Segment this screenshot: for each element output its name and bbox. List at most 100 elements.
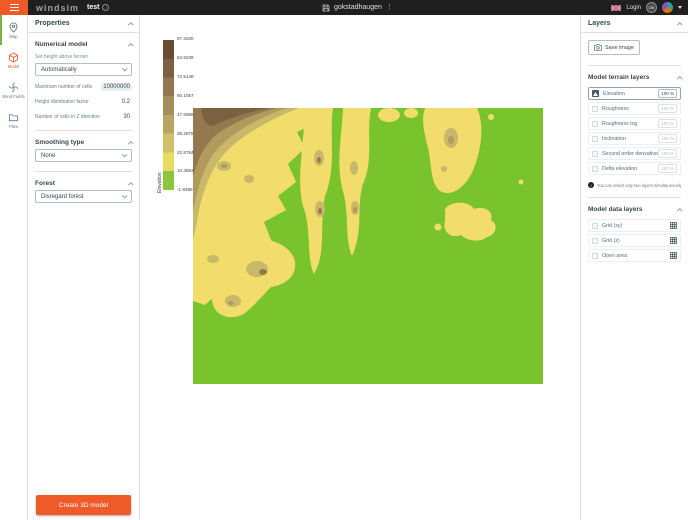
layer-row-open-area[interactable]: Open area xyxy=(588,249,681,262)
opacity-input[interactable]: 100 % xyxy=(658,89,677,98)
opacity-input[interactable]: 100 % xyxy=(658,119,677,128)
sidebar-item-model[interactable]: Model xyxy=(0,45,27,75)
wind-icon xyxy=(8,82,19,93)
tick-label: 10.4693 xyxy=(177,169,194,174)
numerical-model-header[interactable]: Numerical model xyxy=(35,41,132,48)
left-icon-rail: Map Model Wind Fields Files xyxy=(0,15,28,520)
properties-panel: Properties Numerical model Set height ab… xyxy=(28,15,140,520)
terrain-spot xyxy=(441,166,447,172)
checkbox-icon[interactable] xyxy=(592,151,598,157)
checkbox-icon[interactable] xyxy=(592,121,598,127)
chevron-down-icon xyxy=(122,193,127,198)
save-project-icon[interactable] xyxy=(322,4,330,12)
checkbox-icon[interactable] xyxy=(592,253,598,259)
layer-row-grid-xy[interactable]: Grid (xy) xyxy=(588,219,681,232)
hamburger-menu-button[interactable] xyxy=(0,0,28,15)
kebab-menu-icon[interactable]: ⋮ xyxy=(386,4,393,11)
opacity-input[interactable]: 100 % xyxy=(658,134,677,143)
save-image-button[interactable]: Save image xyxy=(588,40,640,55)
checkbox-icon[interactable] xyxy=(592,223,598,229)
note-text: You can select only two layers simultane… xyxy=(597,183,681,188)
checkbox-checked-icon[interactable] xyxy=(592,90,599,97)
layer-row-elevation[interactable]: Elevation 100 % xyxy=(588,87,681,100)
layer-row-inclination[interactable]: Inclination 100 % xyxy=(588,132,681,145)
smoothing-header[interactable]: Smoothing type xyxy=(35,139,132,146)
layer-label: Grid (z) xyxy=(602,238,670,244)
sidebar-item-files[interactable]: Files xyxy=(0,105,27,135)
forest-header[interactable]: Forest xyxy=(35,180,132,187)
field-label: Set height above terrain xyxy=(35,54,132,60)
create-3d-model-button[interactable]: Create 3D model xyxy=(36,495,131,515)
properties-header[interactable]: Properties xyxy=(28,15,139,33)
smoothing-section: Smoothing type None xyxy=(28,139,139,172)
panel-title: Properties xyxy=(35,20,70,27)
tick-label: 84.9239 xyxy=(177,56,194,61)
layer-label: Roughness log xyxy=(602,121,658,127)
language-flag-icon[interactable] xyxy=(611,5,621,11)
sidebar-item-map[interactable]: Map xyxy=(0,15,27,45)
terrain-yellow-dot xyxy=(488,114,494,120)
session-group: gokstadhaugen ⋮ xyxy=(322,0,393,15)
terrain-spot xyxy=(225,295,241,307)
map-pin-icon xyxy=(8,22,19,33)
tick-label: 22.8784 xyxy=(177,151,194,156)
z-cells-input[interactable]: 30 xyxy=(106,113,132,121)
grid-icon xyxy=(670,252,677,259)
info-icon[interactable]: i xyxy=(102,4,109,11)
opacity-input[interactable]: 100 % xyxy=(658,164,677,173)
divider xyxy=(588,197,681,198)
tick-label: 60.1057 xyxy=(177,94,194,99)
data-layers-header[interactable]: Model data layers xyxy=(588,206,681,213)
grid-icon xyxy=(670,222,677,229)
status-badge[interactable]: OK xyxy=(646,2,657,13)
opacity-input[interactable]: 100 % xyxy=(658,149,677,158)
session-name[interactable]: gokstadhaugen xyxy=(334,4,382,11)
layer-row-delta-elevation[interactable]: Delta elevation 100 % xyxy=(588,162,681,175)
checkbox-icon[interactable] xyxy=(592,136,598,142)
chevron-up-icon xyxy=(128,43,133,48)
elevation-legend: Elevation 97.3330 84.9239 72.5148 60.105… xyxy=(156,40,194,193)
layer-row-roughness[interactable]: Roughness 100 % xyxy=(588,102,681,115)
legend-title: Elevation xyxy=(157,40,163,193)
avatar[interactable] xyxy=(662,2,673,13)
button-label: Save image xyxy=(605,45,634,51)
opacity-input[interactable]: 100 % xyxy=(658,104,677,113)
select-value: None xyxy=(41,153,55,159)
layer-row-grid-z[interactable]: Grid (z) xyxy=(588,234,681,247)
chevron-up-icon xyxy=(128,22,133,27)
terrain-yellow-blob xyxy=(404,108,418,118)
chevron-up-icon xyxy=(677,22,682,27)
login-link[interactable]: Login xyxy=(626,5,641,11)
topbar: windsim test i gokstadhaugen ⋮ Login OK xyxy=(0,0,688,15)
terrain-spot xyxy=(350,161,358,175)
section-title: Numerical model xyxy=(35,41,87,48)
forest-select[interactable]: Disregard forest xyxy=(35,190,132,203)
checkbox-icon[interactable] xyxy=(592,106,598,112)
layers-header[interactable]: Layers xyxy=(581,15,688,33)
exclamation-icon: ! xyxy=(588,182,594,188)
max-cells-input[interactable]: 10000000 xyxy=(101,83,132,91)
terrain-layers-header[interactable]: Model terrain layers xyxy=(588,74,681,81)
layers-note: ! You can select only two layers simulta… xyxy=(588,182,681,188)
sidebar-item-label: Map xyxy=(9,34,17,39)
sidebar-item-label: Wind Fields xyxy=(2,94,24,99)
checkbox-icon[interactable] xyxy=(592,238,598,244)
height-mode-select[interactable]: Automatically xyxy=(35,63,132,76)
section-title: Smoothing type xyxy=(35,139,84,146)
checkbox-icon[interactable] xyxy=(592,166,598,172)
project-name: test xyxy=(87,4,99,11)
terrain-yellow-dot xyxy=(519,180,524,185)
layer-row-second-order-derivative[interactable]: Second order derivative 100 % xyxy=(588,147,681,160)
height-distribution-input[interactable]: 0.2 xyxy=(106,98,132,106)
divider xyxy=(35,130,132,131)
layer-row-roughness-log[interactable]: Roughness log 100 % xyxy=(588,117,681,130)
terrain-map[interactable] xyxy=(193,108,543,384)
terrain-spot xyxy=(318,208,322,214)
chevron-up-icon xyxy=(128,182,133,187)
terrain-spot xyxy=(228,301,234,305)
chevron-down-icon[interactable] xyxy=(678,6,682,9)
layer-label: Second order derivative xyxy=(602,151,658,157)
smoothing-select[interactable]: None xyxy=(35,149,132,162)
layer-label: Elevation xyxy=(603,91,658,97)
sidebar-item-wind-fields[interactable]: Wind Fields xyxy=(0,75,27,105)
